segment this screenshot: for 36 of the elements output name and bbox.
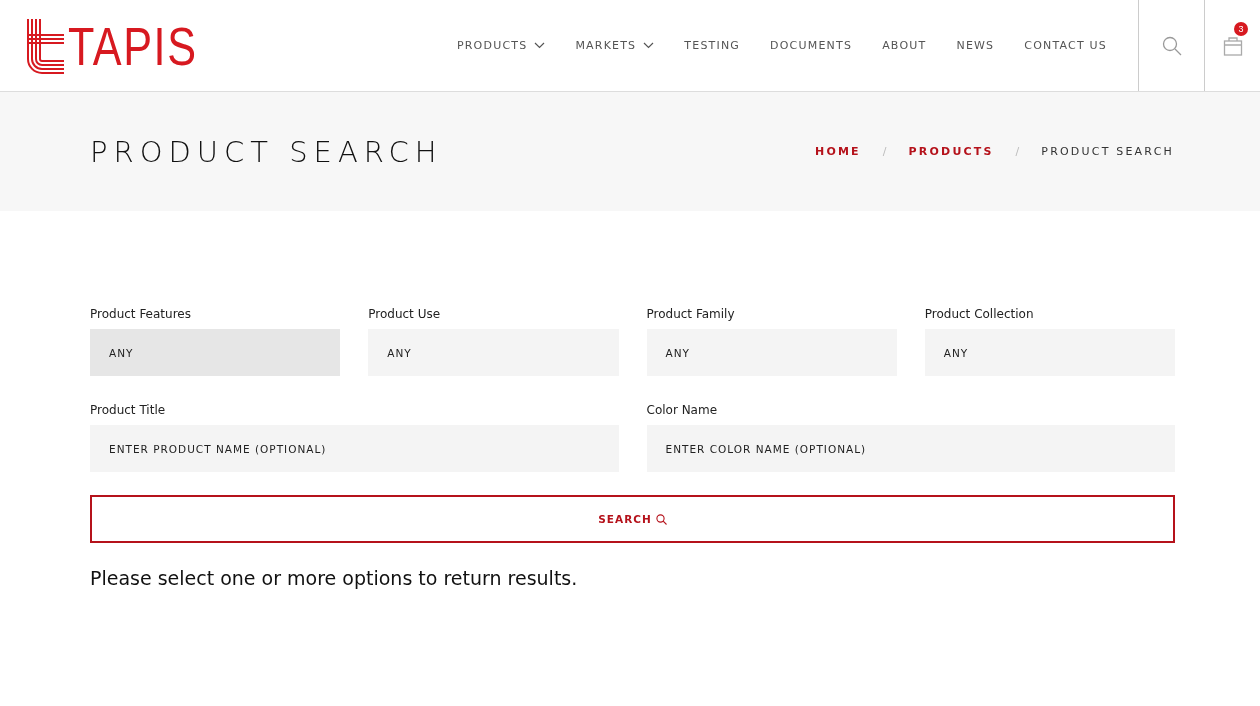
results-message: Please select one or more options to return results. <box>90 567 579 589</box>
nav-link[interactable]: PRODUCTS <box>456 39 546 52</box>
nav-link[interactable]: ABOUT <box>882 39 927 52</box>
search-submit-button[interactable]: SEARCH <box>90 495 1175 543</box>
field-label: Product Features <box>90 307 192 321</box>
shopping-bag-icon <box>1222 35 1243 56</box>
logo-mark-icon <box>26 16 66 75</box>
logo-text: TAPIS <box>68 18 198 73</box>
select-field[interactable]: ANY <box>924 329 1175 376</box>
select-field[interactable]: ANY <box>368 329 619 376</box>
nav-link[interactable]: NEWS <box>956 39 995 52</box>
select-field[interactable]: ANY <box>90 329 341 376</box>
search-icon <box>655 513 667 525</box>
chevron-down-icon <box>643 42 655 49</box>
breadcrumb-separator: / <box>882 145 887 158</box>
breadcrumb-link[interactable]: PRODUCTS <box>908 145 994 158</box>
current-page-label: PRODUCT SEARCH <box>1041 145 1174 158</box>
field-label: Product Use <box>368 307 442 321</box>
breadcrumb-link[interactable]: HOME <box>815 145 861 158</box>
nav-link[interactable]: TESTING <box>684 39 741 52</box>
field-label: Product Collection <box>924 307 1035 321</box>
field-label: Product Title <box>90 403 167 417</box>
search-icon <box>1161 35 1182 56</box>
field-label: Product Family <box>646 307 736 321</box>
input-field[interactable]: ENTER COLOR NAME (OPTIONAL) <box>646 425 1175 472</box>
page-title: PRODUCT SEARCH <box>90 134 443 169</box>
nav-link[interactable]: MARKETS <box>575 39 655 52</box>
nav-link[interactable]: CONTACT US <box>1024 39 1107 52</box>
input-field[interactable]: ENTER PRODUCT NAME (OPTIONAL) <box>90 425 619 472</box>
nav-link[interactable]: DOCUMENTS <box>770 39 853 52</box>
chevron-down-icon <box>534 42 546 49</box>
breadcrumb-separator: / <box>1015 145 1020 158</box>
tapis-logo[interactable]: TAPIS <box>0 0 231 91</box>
cart-count-badge: 3 <box>1234 22 1248 36</box>
field-label: Color Name <box>646 403 719 417</box>
select-field[interactable]: ANY <box>646 329 897 376</box>
